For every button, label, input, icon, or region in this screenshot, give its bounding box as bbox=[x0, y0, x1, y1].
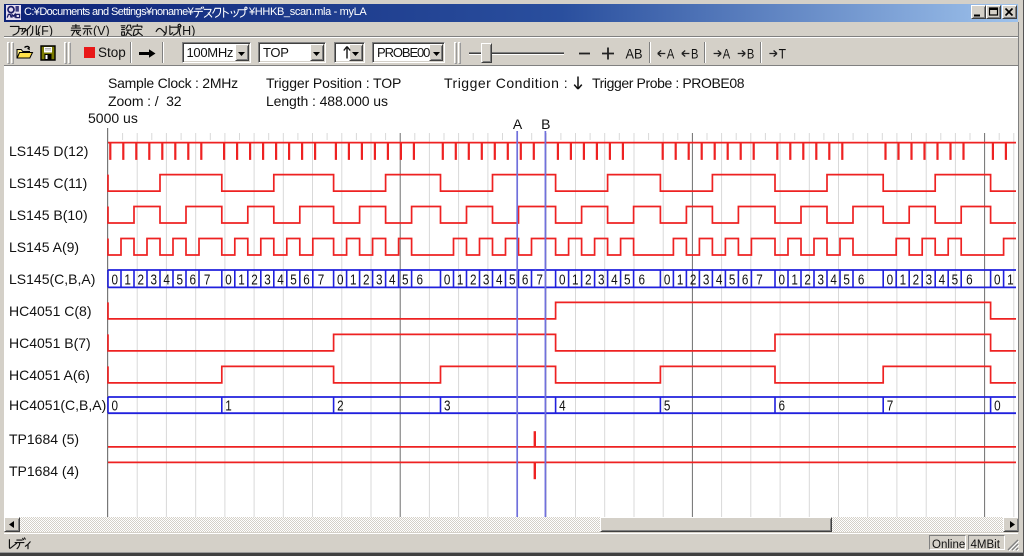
svg-text:B: B bbox=[541, 116, 550, 132]
svg-text:5: 5 bbox=[402, 271, 409, 288]
svg-text:1: 1 bbox=[124, 271, 131, 288]
svg-text:0: 0 bbox=[887, 271, 894, 288]
svg-text:4: 4 bbox=[830, 271, 837, 288]
svg-text:7: 7 bbox=[204, 271, 211, 288]
svg-text:6: 6 bbox=[417, 271, 424, 288]
svg-text:6: 6 bbox=[189, 271, 196, 288]
svg-text:3: 3 bbox=[150, 271, 157, 288]
svg-text:3: 3 bbox=[926, 271, 933, 288]
svg-text:5: 5 bbox=[729, 271, 736, 288]
svg-text:2: 2 bbox=[690, 271, 697, 288]
svg-text:1: 1 bbox=[238, 271, 245, 288]
svg-text:0: 0 bbox=[337, 271, 344, 288]
svg-text:A: A bbox=[513, 116, 523, 132]
svg-text:5: 5 bbox=[624, 271, 631, 288]
svg-text:0: 0 bbox=[225, 271, 232, 288]
svg-text:0: 0 bbox=[994, 397, 1001, 414]
svg-text:5: 5 bbox=[843, 271, 850, 288]
svg-text:0: 0 bbox=[778, 271, 785, 288]
svg-text:1: 1 bbox=[225, 397, 232, 414]
svg-text:2: 2 bbox=[585, 271, 592, 288]
svg-text:0: 0 bbox=[111, 271, 118, 288]
svg-text:1: 1 bbox=[350, 271, 357, 288]
svg-text:5: 5 bbox=[509, 271, 516, 288]
svg-text:6: 6 bbox=[779, 397, 786, 414]
svg-text:6: 6 bbox=[303, 271, 310, 288]
svg-text:5: 5 bbox=[952, 271, 959, 288]
svg-text:3: 3 bbox=[264, 271, 271, 288]
svg-text:4: 4 bbox=[716, 271, 723, 288]
svg-text:3: 3 bbox=[376, 271, 383, 288]
svg-text:2: 2 bbox=[913, 271, 920, 288]
svg-text:1: 1 bbox=[791, 271, 798, 288]
svg-text:2: 2 bbox=[337, 397, 344, 414]
svg-text:3: 3 bbox=[703, 271, 710, 288]
svg-text:1: 1 bbox=[1007, 271, 1014, 288]
svg-text:7: 7 bbox=[756, 271, 763, 288]
svg-text:3: 3 bbox=[598, 271, 605, 288]
svg-text:0: 0 bbox=[111, 397, 118, 414]
svg-text:2: 2 bbox=[470, 271, 477, 288]
svg-text:4: 4 bbox=[939, 271, 946, 288]
svg-text:5: 5 bbox=[176, 271, 183, 288]
svg-text:6: 6 bbox=[966, 271, 973, 288]
svg-text:3: 3 bbox=[483, 271, 490, 288]
svg-text:6: 6 bbox=[858, 271, 865, 288]
svg-text:4: 4 bbox=[559, 397, 566, 414]
svg-text:3: 3 bbox=[444, 397, 451, 414]
svg-text:2: 2 bbox=[804, 271, 811, 288]
svg-text:0: 0 bbox=[994, 271, 1001, 288]
svg-text:4: 4 bbox=[496, 271, 503, 288]
svg-text:1: 1 bbox=[572, 271, 579, 288]
svg-text:4: 4 bbox=[389, 271, 396, 288]
svg-text:7: 7 bbox=[536, 271, 543, 288]
svg-text:0: 0 bbox=[444, 271, 451, 288]
svg-text:0: 0 bbox=[559, 271, 566, 288]
svg-text:6: 6 bbox=[522, 271, 529, 288]
svg-text:2: 2 bbox=[137, 271, 144, 288]
svg-text:1: 1 bbox=[900, 271, 907, 288]
svg-text:3: 3 bbox=[817, 271, 824, 288]
svg-text:7: 7 bbox=[318, 271, 325, 288]
svg-text:5: 5 bbox=[664, 397, 671, 414]
svg-text:0: 0 bbox=[664, 271, 671, 288]
svg-text:4: 4 bbox=[277, 271, 284, 288]
svg-text:5: 5 bbox=[290, 271, 297, 288]
svg-text:1: 1 bbox=[677, 271, 684, 288]
svg-text:2: 2 bbox=[251, 271, 258, 288]
svg-text:1: 1 bbox=[457, 271, 464, 288]
svg-text:7: 7 bbox=[887, 397, 894, 414]
svg-text:4: 4 bbox=[611, 271, 618, 288]
svg-text:6: 6 bbox=[639, 271, 646, 288]
svg-text:6: 6 bbox=[742, 271, 749, 288]
svg-text:4: 4 bbox=[163, 271, 170, 288]
svg-text:2: 2 bbox=[363, 271, 370, 288]
